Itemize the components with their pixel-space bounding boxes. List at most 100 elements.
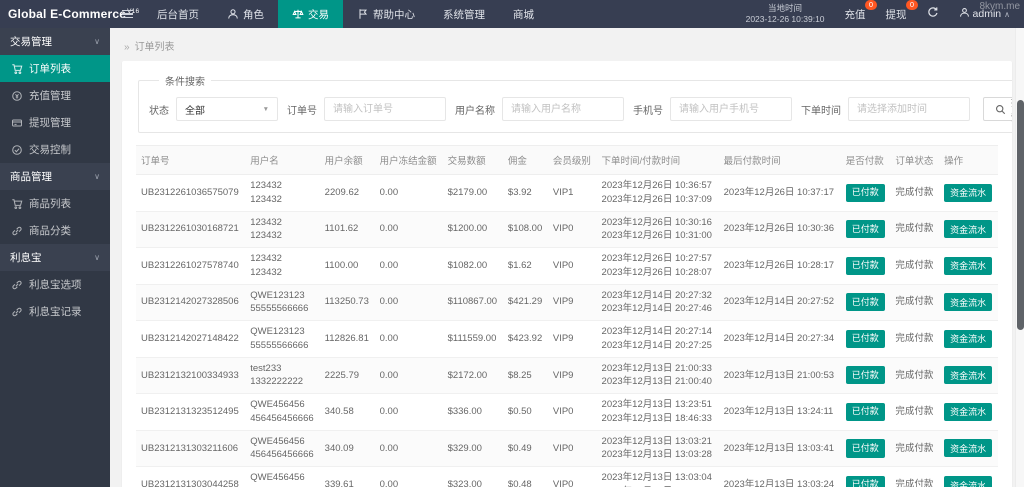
sidebar-item-interest-records[interactable]: 利息宝记录 (0, 298, 110, 325)
sidebar-group-interest[interactable]: 利息宝 ∨ (0, 244, 110, 271)
search-button-label: 搜 索 (1011, 94, 1012, 124)
cell-order-no: UB2312142027328506 (136, 284, 246, 322)
order-time: 2023年12月26日 10:36:57 (601, 180, 712, 191)
cell-order-status: 完成付款 (890, 430, 940, 468)
paid-status-badge: 已付款 (845, 439, 885, 458)
cell-order-status: 完成付款 (890, 357, 940, 395)
cell-frozen: 0.00 (374, 211, 443, 249)
fund-flow-button[interactable]: 资金流水 (944, 439, 993, 458)
nav-item-mall[interactable]: 商城 (499, 0, 548, 28)
sidebar-group-goods-manage[interactable]: 商品管理 ∨ (0, 163, 110, 190)
user-phone: 55555566666 (250, 303, 309, 315)
cell-order-no: UB2312261027578740 (136, 247, 246, 285)
sidebar-item-goods-category[interactable]: 商品分类 (0, 217, 110, 244)
refresh-button[interactable] (927, 5, 939, 23)
fund-flow-button[interactable]: 资金流水 (944, 402, 993, 421)
column-header: 佣金 (502, 145, 548, 175)
cell-vip-level: VIP9 (547, 357, 597, 395)
sidebar-item-label: 利息宝记录 (29, 306, 82, 318)
brand-logo: Global E-CommerceV16 (8, 7, 140, 21)
cell-last-pay-time: 2023年12月13日 21:00:53 (718, 357, 841, 395)
column-header: 交易数额 (442, 145, 503, 175)
status-select[interactable]: 全部 ▼ (176, 97, 278, 121)
user-name: QWE123123 (250, 289, 305, 301)
nav-item-label: 商城 (513, 8, 534, 21)
cell-order-no: UB2312261036575079 (136, 174, 246, 212)
filter-row: 状态 全部 ▼ 订单号 用户名称 手 (149, 94, 1012, 124)
nav-item-home[interactable]: 后台首页 (143, 0, 213, 28)
sidebar-group-trade-manage[interactable]: 交易管理 ∨ (0, 28, 110, 55)
cell-frozen: 0.00 (374, 393, 443, 431)
recharge-label: 充值 (844, 8, 866, 21)
scrollbar-thumb[interactable] (1017, 100, 1024, 330)
cell-commission: $3.92 (502, 174, 548, 212)
top-bar: Global E-CommerceV16 后台首页 角色 交易 帮助中心 系统管理 商城 … (0, 0, 1024, 28)
fund-flow-button[interactable]: 资金流水 (944, 220, 993, 239)
username-input[interactable] (502, 97, 624, 121)
cart-icon (11, 63, 23, 75)
scrollbar-track[interactable] (1015, 28, 1024, 487)
nav-item-label: 系统管理 (443, 8, 485, 21)
local-time-label: 当地时间 (768, 2, 803, 13)
table-row: UB2312261027578740 123432 123432 1100.00 0.0… (136, 247, 998, 285)
cell-amount: $1200.00 (442, 211, 503, 249)
fund-flow-button[interactable]: 资金流水 (944, 476, 993, 487)
menu-toggle-button[interactable] (112, 0, 143, 28)
sidebar-item-order-list[interactable]: 订单列表 (0, 55, 110, 82)
control-icon (11, 144, 23, 156)
sidebar: 交易管理 ∨ 订单列表 充值管理 提现管理 交易控制 商品管理 ∨ 商品列表 商品分类 利息宝 ∨ 利息… (0, 28, 110, 487)
user-name: QWE123123 (250, 326, 305, 338)
sidebar-item-recharge-manage[interactable]: 充值管理 (0, 82, 110, 109)
cell-frozen: 0.00 (374, 357, 443, 395)
cell-frozen: 0.00 (374, 430, 443, 468)
recharge-menu[interactable]: 充值 0 (844, 0, 877, 22)
user-name: QWE456456 (250, 435, 305, 447)
order-time-input[interactable] (848, 97, 970, 121)
cell-order-pay-time: 2023年12月26日 10:27:57 2023年12月26日 10:28:07 (596, 247, 719, 285)
nav-item-help[interactable]: 帮助中心 (343, 0, 429, 28)
fund-flow-button[interactable]: 资金流水 (944, 293, 993, 312)
fund-flow-button[interactable]: 资金流水 (944, 183, 993, 202)
sidebar-item-withdraw-manage[interactable]: 提现管理 (0, 109, 110, 136)
cell-frozen: 0.00 (374, 174, 443, 212)
chevron-down-icon: ▼ (262, 105, 269, 113)
cell-balance: 2225.79 (319, 357, 375, 395)
cell-order-status: 完成付款 (890, 211, 940, 249)
withdraw-label: 提现 (885, 8, 907, 21)
withdraw-menu[interactable]: 提现 0 (885, 0, 918, 22)
fund-flow-button[interactable]: 资金流水 (944, 366, 993, 385)
nav-item-roles[interactable]: 角色 (213, 0, 278, 28)
cell-order-no: UB2312131303044258 (136, 466, 246, 487)
pay-time: 2023年12月13日 18:46:33 (601, 412, 712, 424)
fund-flow-button[interactable]: 资金流水 (944, 256, 993, 275)
cell-last-pay-time: 2023年12月14日 20:27:52 (718, 284, 841, 322)
user-menu[interactable]: admin ∧ (959, 7, 1010, 21)
cell-paid: 已付款 (840, 466, 891, 487)
cell-paid: 已付款 (840, 284, 891, 322)
user-phone: 456456456666 (250, 412, 314, 424)
sidebar-item-trade-control[interactable]: 交易控制 (0, 136, 110, 163)
sidebar-item-goods-list[interactable]: 商品列表 (0, 190, 110, 217)
chevron-up-icon: ∧ (1004, 9, 1010, 19)
cell-user: QWE456456456456456666 (245, 393, 320, 431)
paid-status-badge: 已付款 (845, 220, 885, 239)
cell-user: QWE123123 55555566666 (245, 320, 320, 358)
cell-vip-level: VIP0 (547, 211, 597, 249)
phone-input[interactable] (670, 97, 792, 121)
fund-flow-button[interactable]: 资金流水 (944, 329, 993, 348)
sidebar-group-label: 交易管理 (10, 36, 52, 48)
topbar-right: 当地时间 2023-12-26 10:39:10 充值 0 提现 0 admin… (746, 0, 1024, 25)
status-select-value: 全部 (185, 105, 205, 117)
nav-item-system[interactable]: 系统管理 (429, 0, 499, 28)
chevron-down-icon: ∨ (94, 172, 100, 181)
sidebar-item-interest-options[interactable]: 利息宝选项 (0, 271, 110, 298)
order-no-input[interactable] (324, 97, 446, 121)
nav-item-trade[interactable]: 交易 (278, 0, 343, 28)
order-no-label: 订单号 (287, 105, 317, 117)
paid-status-badge: 已付款 (845, 183, 885, 202)
link-icon (11, 225, 23, 237)
cell-commission: $0.50 (502, 393, 548, 431)
search-button[interactable]: 搜 索 (983, 94, 1012, 124)
withdraw-badge: 0 (906, 0, 918, 10)
content-card: 条件搜索 状态 全部 ▼ 订单号 用户名称 (122, 61, 1012, 487)
